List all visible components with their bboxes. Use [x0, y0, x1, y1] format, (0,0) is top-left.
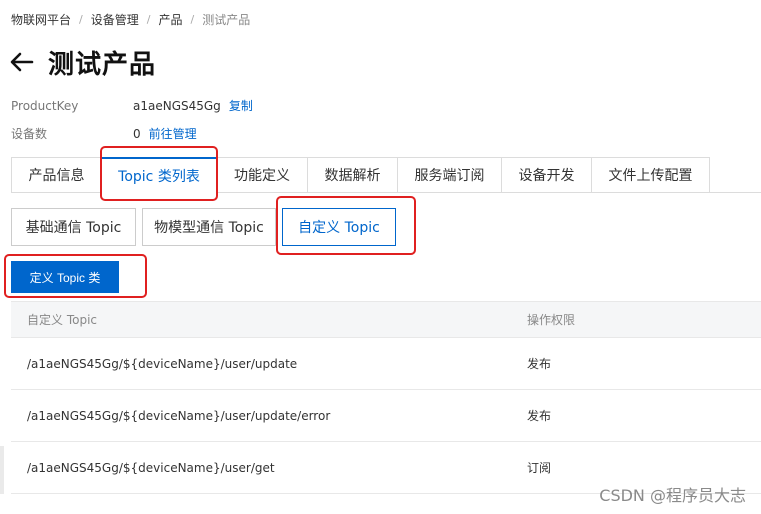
copy-link[interactable]: 复制	[229, 97, 253, 114]
header-permission: 操作权限	[527, 313, 576, 327]
meta-label: ProductKey	[11, 98, 79, 113]
meta-device-count: 设备数 0 前往管理	[11, 125, 197, 142]
subtab-basic-topic[interactable]: 基础通信 Topic	[11, 208, 136, 246]
main-tabs: 产品信息 Topic 类列表 功能定义 数据解析 服务端订阅 设备开发 文件上传…	[11, 157, 710, 193]
breadcrumb-device-management[interactable]: 设备管理	[91, 11, 139, 28]
product-key-value: a1aeNGS45Gg	[133, 98, 221, 113]
tab-device-development[interactable]: 设备开发	[501, 157, 591, 193]
back-arrow-icon[interactable]	[10, 49, 36, 75]
topic-path: /a1aeNGS45Gg/${deviceName}/user/update/e…	[27, 408, 331, 423]
meta-product-key: ProductKey a1aeNGS45Gg 复制	[11, 97, 253, 114]
breadcrumb-separator: /	[146, 13, 151, 26]
breadcrumb-separator: /	[190, 13, 195, 26]
topic-subtabs: 基础通信 Topic 物模型通信 Topic 自定义 Topic	[11, 208, 402, 246]
topic-path: /a1aeNGS45Gg/${deviceName}/user/get	[27, 460, 275, 475]
topic-permission: 订阅	[527, 461, 552, 475]
subtab-thing-model-topic[interactable]: 物模型通信 Topic	[142, 208, 276, 246]
go-manage-link[interactable]: 前往管理	[149, 125, 197, 142]
tab-server-subscription[interactable]: 服务端订阅	[397, 157, 501, 193]
device-count-value: 0	[133, 126, 141, 141]
table-header: 自定义 Topic 操作权限	[11, 301, 761, 338]
tab-product-info[interactable]: 产品信息	[11, 157, 101, 193]
topic-permission: 发布	[527, 409, 552, 423]
breadcrumb-iot-platform[interactable]: 物联网平台	[11, 11, 71, 28]
define-topic-class-button[interactable]: 定义 Topic 类	[11, 261, 119, 293]
custom-topic-table: 自定义 Topic 操作权限 /a1aeNGS45Gg/${deviceName…	[11, 301, 761, 494]
watermark: CSDN @程序员大志	[599, 486, 746, 505]
table-row: /a1aeNGS45Gg/${deviceName}/user/update 发…	[11, 338, 761, 390]
breadcrumb: 物联网平台 / 设备管理 / 产品 / 测试产品	[11, 11, 250, 28]
topic-permission: 发布	[527, 357, 552, 371]
tab-topic-list[interactable]: Topic 类列表	[101, 157, 216, 193]
breadcrumb-separator: /	[79, 13, 83, 26]
subtab-custom-topic[interactable]: 自定义 Topic	[282, 208, 396, 246]
title-row: 测试产品	[10, 44, 156, 80]
meta-label: 设备数	[11, 127, 48, 141]
tab-file-upload-config[interactable]: 文件上传配置	[591, 157, 710, 193]
tab-function-definition[interactable]: 功能定义	[216, 157, 307, 193]
topic-path: /a1aeNGS45Gg/${deviceName}/user/update	[27, 356, 298, 371]
breadcrumb-current: 测试产品	[202, 13, 251, 27]
header-custom-topic: 自定义 Topic	[27, 313, 97, 327]
breadcrumb-product[interactable]: 产品	[158, 11, 182, 28]
tab-data-parsing[interactable]: 数据解析	[307, 157, 397, 193]
page-title: 测试产品	[48, 49, 157, 80]
scroll-indicator	[0, 446, 4, 494]
table-row: /a1aeNGS45Gg/${deviceName}/user/update/e…	[11, 390, 761, 442]
